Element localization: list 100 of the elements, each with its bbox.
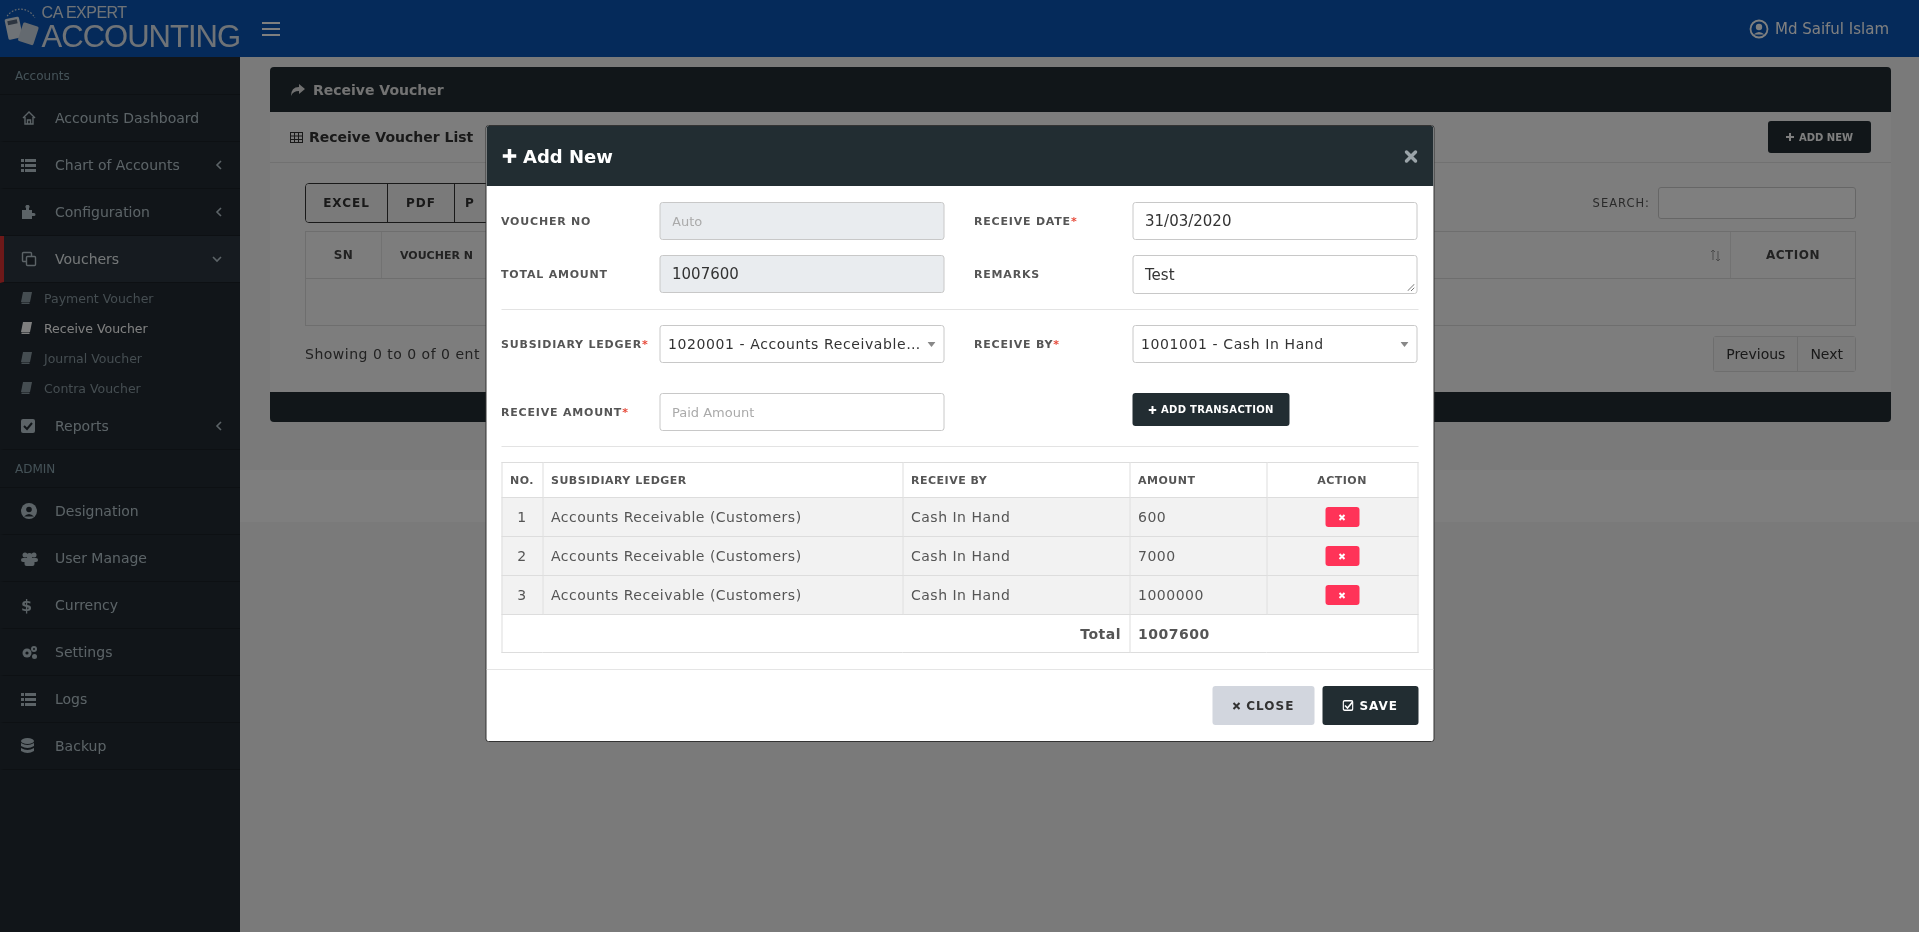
table-info: Showing 0 to 0 of 0 ent bbox=[305, 346, 480, 362]
export-button[interactable]: EXCEL bbox=[306, 184, 388, 222]
dropdown-caret-icon bbox=[927, 341, 935, 347]
sidebar-subitem[interactable]: Contra Voucher bbox=[0, 373, 240, 403]
close-button[interactable]: CLOSE bbox=[1212, 686, 1315, 725]
sort-icon[interactable] bbox=[1711, 249, 1720, 261]
delete-button[interactable] bbox=[1325, 585, 1359, 605]
table-cell: 1000000 bbox=[1129, 575, 1267, 615]
panel-title: Receive Voucher bbox=[313, 81, 444, 98]
delete-button[interactable] bbox=[1325, 507, 1359, 527]
column-header: SUBSIDIARY LEDGER bbox=[542, 462, 903, 498]
book-icon bbox=[21, 322, 32, 334]
table-cell: 2 bbox=[501, 536, 543, 576]
search-label: SEARCH: bbox=[1592, 196, 1650, 210]
modal-title: Add New bbox=[523, 145, 613, 167]
copy-icon bbox=[21, 251, 37, 267]
table-cell: Accounts Receivable (Customers) bbox=[542, 575, 903, 615]
input-field[interactable]: Paid Amount bbox=[659, 393, 944, 431]
user-name[interactable]: Md Saiful Islam bbox=[1774, 19, 1889, 38]
dropdown[interactable]: 1020001 - Accounts Receivable… bbox=[659, 325, 944, 363]
close-icon[interactable] bbox=[1404, 149, 1417, 163]
sidebar-item[interactable]: Chart of Accounts bbox=[0, 142, 240, 189]
list-icon bbox=[21, 692, 36, 706]
share-icon bbox=[290, 83, 305, 96]
table-cell: Cash In Hand bbox=[902, 536, 1130, 576]
sidebar-item[interactable]: Vouchers bbox=[0, 236, 240, 283]
menu-icon[interactable] bbox=[262, 21, 280, 36]
table-icon bbox=[290, 131, 303, 143]
total-label: Total bbox=[1080, 625, 1121, 642]
user-circle-icon bbox=[21, 503, 37, 519]
sidebar-item[interactable]: Accounts Dashboard bbox=[0, 95, 240, 142]
field-label: RECEIVE AMOUNT* bbox=[501, 405, 630, 421]
column-header: ACTION bbox=[1266, 462, 1418, 498]
sidebar-item[interactable]: Backup bbox=[0, 723, 240, 770]
table-cell: 600 bbox=[1129, 497, 1267, 537]
checkbox-icon bbox=[21, 419, 35, 433]
sidebar-item[interactable]: $ Currency bbox=[0, 582, 240, 629]
sidebar-subitem[interactable]: Receive Voucher bbox=[0, 313, 240, 343]
column-header[interactable]: ACTION bbox=[1731, 232, 1855, 278]
resize-handle-icon[interactable] bbox=[1407, 284, 1414, 291]
add-transaction-button[interactable]: ADD TRANSACTION bbox=[1132, 393, 1290, 426]
table-cell: 7000 bbox=[1129, 536, 1267, 576]
table-cell: 3 bbox=[501, 575, 543, 615]
table-cell: 1 bbox=[501, 497, 543, 537]
table-cell: Cash In Hand bbox=[902, 497, 1130, 537]
home-icon bbox=[21, 110, 37, 126]
logo-title: ACCOUNTING bbox=[41, 21, 240, 52]
dollar-icon: $ bbox=[21, 595, 33, 615]
text-area[interactable]: Test bbox=[1132, 255, 1417, 294]
checkbox-icon bbox=[1342, 700, 1354, 711]
list-icon bbox=[21, 158, 36, 172]
close-icon bbox=[1338, 591, 1346, 599]
gears-icon bbox=[21, 644, 38, 660]
field-label: SUBSIDIARY LEDGER* bbox=[501, 337, 650, 353]
sidebar-subitem[interactable]: Journal Voucher bbox=[0, 343, 240, 373]
field-label: RECEIVE DATE* bbox=[973, 214, 1079, 230]
plus-icon bbox=[1785, 133, 1794, 141]
table-cell: Cash In Hand bbox=[902, 575, 1130, 615]
sidebar-item[interactable]: Designation bbox=[0, 488, 240, 535]
chevron-left-icon bbox=[215, 421, 222, 431]
sidebar-subitem[interactable]: Payment Voucher bbox=[0, 283, 240, 313]
book-icon bbox=[21, 382, 32, 394]
sidebar-item[interactable]: User Manage bbox=[0, 535, 240, 582]
sidebar-item[interactable]: Settings bbox=[0, 629, 240, 676]
total-value: 1007600 bbox=[1138, 625, 1210, 642]
close-icon bbox=[1338, 513, 1346, 521]
column-header: NO. bbox=[501, 462, 543, 498]
delete-button[interactable] bbox=[1325, 546, 1359, 566]
plus-icon bbox=[1148, 405, 1156, 414]
close-icon bbox=[1232, 701, 1241, 710]
sidebar-item[interactable]: Logs bbox=[0, 676, 240, 723]
book-icon bbox=[21, 352, 32, 364]
search-field[interactable] bbox=[1658, 187, 1856, 219]
users-icon bbox=[21, 550, 38, 566]
chevron-left-icon bbox=[215, 207, 222, 217]
puzzle-icon bbox=[21, 205, 36, 219]
field-label: RECEIVE BY* bbox=[973, 337, 1061, 353]
save-button[interactable]: SAVE bbox=[1322, 686, 1418, 725]
sidebar-item[interactable]: Reports bbox=[0, 403, 240, 450]
dropdown[interactable]: 1001001 - Cash In Hand bbox=[1132, 325, 1417, 363]
book-icon bbox=[21, 292, 32, 304]
table-cell: Accounts Receivable (Customers) bbox=[542, 497, 903, 537]
column-header: RECEIVE BY bbox=[902, 462, 1130, 498]
add-new-button[interactable]: ADD NEW bbox=[1767, 121, 1871, 153]
close-icon bbox=[1338, 552, 1346, 560]
chevron-left-icon bbox=[215, 160, 222, 170]
input-field[interactable]: 31/03/2020 bbox=[1132, 202, 1417, 240]
column-header: AMOUNT bbox=[1129, 462, 1267, 498]
chevron-down-icon bbox=[212, 255, 222, 263]
user-avatar-icon[interactable] bbox=[1748, 18, 1769, 39]
logo-subtitle: CA EXPERT bbox=[41, 5, 128, 21]
sidebar-section-label: Accounts bbox=[15, 68, 70, 83]
table-cell: Accounts Receivable (Customers) bbox=[542, 536, 903, 576]
sidebar-section-label: ADMIN bbox=[15, 461, 56, 476]
plus-icon bbox=[502, 149, 516, 163]
column-header[interactable]: SN bbox=[306, 232, 382, 278]
dropdown-caret-icon bbox=[1400, 341, 1408, 347]
list-title: Receive Voucher List bbox=[309, 129, 474, 145]
field-label: REMARKS bbox=[973, 267, 1041, 283]
pagination-button[interactable]: Previous bbox=[1714, 337, 1799, 371]
